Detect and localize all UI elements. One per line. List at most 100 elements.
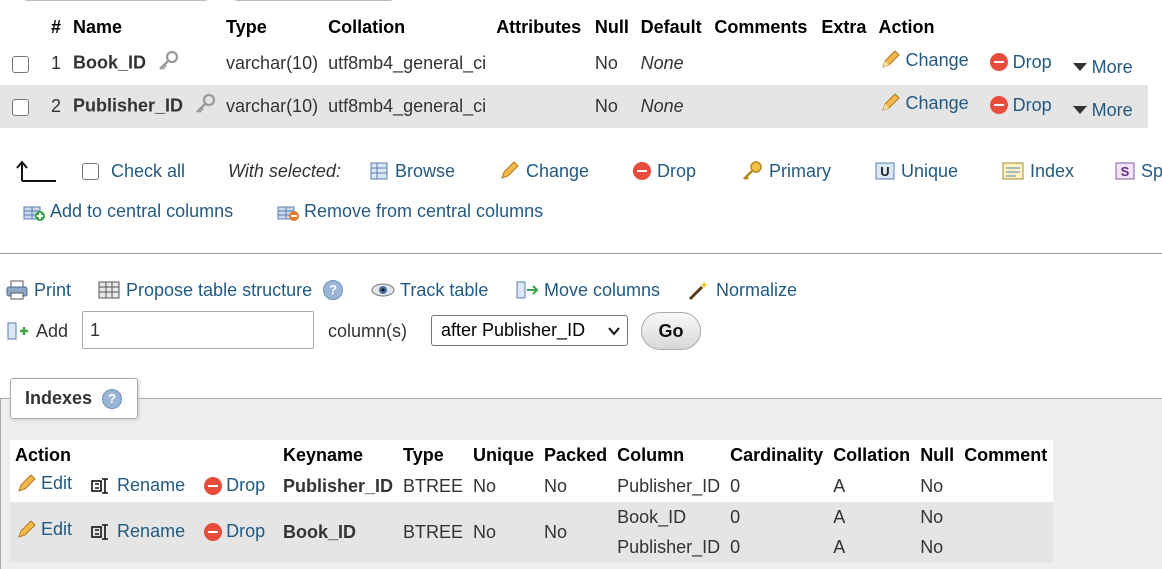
index-comment bbox=[959, 532, 1054, 562]
table-row: 2 Publisher_ID varchar(10) utf8mb4_gener… bbox=[0, 85, 1148, 128]
change-button[interactable]: Change bbox=[879, 49, 969, 71]
index-column: Publisher_ID bbox=[612, 470, 726, 502]
drop-button[interactable]: Drop bbox=[989, 52, 1052, 73]
add-column-icon bbox=[5, 320, 29, 347]
idx-header-cardinality: Cardinality bbox=[725, 440, 829, 470]
track-table-button[interactable]: Track table bbox=[371, 276, 488, 304]
header-default[interactable]: Default bbox=[635, 12, 710, 42]
add-label: Add bbox=[36, 321, 69, 341]
go-button[interactable]: Go bbox=[641, 312, 701, 350]
top-tab-strip bbox=[0, 0, 420, 2]
bulk-drop-button[interactable]: Drop bbox=[633, 150, 696, 192]
index-type: BTREE bbox=[398, 470, 469, 502]
column-attributes bbox=[491, 42, 590, 85]
drop-icon bbox=[989, 96, 1008, 115]
svg-text:U: U bbox=[880, 164, 889, 179]
top-tab-right[interactable] bbox=[230, 0, 397, 1]
drop-icon bbox=[633, 162, 651, 180]
add-to-central-columns-button[interactable]: Add to central columns bbox=[22, 195, 233, 227]
bulk-change-button[interactable]: Change bbox=[498, 150, 589, 192]
index-cardinality: 0 bbox=[725, 532, 829, 562]
with-selected-label: With selected: bbox=[228, 160, 341, 181]
row-num: 2 bbox=[46, 85, 68, 128]
column-name[interactable]: Publisher_ID bbox=[73, 95, 183, 115]
index-column: Publisher_ID bbox=[612, 532, 726, 562]
check-all-toggle[interactable]: Check all bbox=[82, 150, 185, 192]
change-button[interactable]: Change bbox=[879, 92, 969, 114]
rename-index-button[interactable]: Rename bbox=[91, 475, 185, 496]
spatial-icon: S bbox=[1115, 162, 1135, 180]
row-checkbox[interactable] bbox=[12, 55, 29, 73]
remove-from-central-columns-button[interactable]: Remove from central columns bbox=[276, 195, 543, 227]
index-null: No bbox=[915, 532, 960, 562]
svg-text:S: S bbox=[1121, 164, 1130, 179]
drop-button[interactable]: Drop bbox=[989, 95, 1052, 116]
pencil-icon bbox=[501, 161, 519, 179]
edit-index-button[interactable]: Edit bbox=[15, 519, 72, 541]
header-name[interactable]: Name bbox=[68, 12, 222, 42]
column-name[interactable]: Book_ID bbox=[73, 52, 146, 72]
move-columns-button[interactable]: Move columns bbox=[515, 276, 660, 304]
help-icon[interactable]: ? bbox=[323, 280, 344, 300]
column-position-select[interactable]: after Publisher_ID bbox=[431, 315, 628, 346]
column-default: None bbox=[635, 85, 710, 128]
index-actions: Edit Rename Drop bbox=[10, 502, 278, 562]
top-tab-left[interactable] bbox=[20, 0, 212, 1]
chevron-down-icon bbox=[1072, 106, 1087, 115]
key-icon bbox=[194, 93, 216, 120]
header-attributes[interactable]: Attributes bbox=[491, 12, 590, 42]
header-collation[interactable]: Collation bbox=[323, 12, 492, 42]
table-row: 1 Book_ID varchar(10) utf8mb4_general_ci… bbox=[0, 42, 1148, 85]
eye-icon bbox=[371, 283, 395, 297]
row-actions: Change Drop More bbox=[873, 42, 1148, 85]
index-row: Edit Rename Drop Publisher_ID BTREE No N… bbox=[10, 470, 1054, 502]
help-icon[interactable]: ? bbox=[102, 388, 123, 409]
drop-index-button[interactable]: Drop bbox=[204, 475, 265, 496]
divider bbox=[0, 253, 1162, 254]
drop-icon bbox=[204, 522, 223, 541]
index-packed: No bbox=[539, 502, 613, 562]
header-comments[interactable]: Comments bbox=[709, 12, 817, 42]
propose-table-structure-button[interactable]: Propose table structure ? bbox=[97, 276, 344, 304]
edit-index-button[interactable]: Edit bbox=[15, 473, 72, 495]
index-keyname: Publisher_ID bbox=[278, 470, 399, 502]
column-type: varchar(10) bbox=[221, 42, 324, 85]
index-keyname: Book_ID bbox=[278, 502, 399, 562]
more-button[interactable]: More bbox=[1072, 57, 1133, 78]
idx-header-type: Type bbox=[398, 440, 469, 470]
column-comments bbox=[709, 42, 817, 85]
row-checkbox[interactable] bbox=[12, 98, 29, 116]
pencil-icon bbox=[18, 473, 36, 492]
unique-button[interactable]: U Unique bbox=[875, 150, 958, 192]
index-cardinality: 0 bbox=[725, 502, 829, 532]
column-position-value: after Publisher_ID bbox=[441, 320, 586, 340]
rename-index-button[interactable]: Rename bbox=[91, 521, 185, 542]
header-type[interactable]: Type bbox=[221, 12, 324, 42]
browse-button[interactable]: Browse bbox=[369, 150, 455, 192]
column-null: No bbox=[589, 42, 636, 85]
spatial-button[interactable]: S Sp bbox=[1115, 150, 1162, 192]
bulk-actions-bar: Check all With selected: Browse Change D… bbox=[0, 150, 1162, 192]
index-button[interactable]: Index bbox=[1002, 150, 1074, 192]
header-checkbox-col bbox=[0, 12, 46, 42]
index-unique: No bbox=[468, 470, 540, 502]
print-button[interactable]: Print bbox=[5, 276, 71, 304]
column-comments bbox=[709, 85, 817, 128]
check-all-label[interactable]: Check all bbox=[111, 161, 185, 182]
index-column: Book_ID bbox=[612, 502, 726, 532]
idx-header-keyname: Keyname bbox=[278, 440, 399, 470]
indexes-header-row: Action Keyname Type Unique Packed Column… bbox=[10, 440, 1054, 470]
check-all-checkbox[interactable] bbox=[82, 162, 99, 180]
drop-index-button[interactable]: Drop bbox=[204, 521, 265, 542]
primary-button[interactable]: Primary bbox=[741, 150, 831, 192]
more-button[interactable]: More bbox=[1072, 100, 1133, 121]
pencil-icon bbox=[881, 93, 900, 112]
header-extra[interactable]: Extra bbox=[816, 12, 874, 42]
column-collation: utf8mb4_general_ci bbox=[323, 85, 492, 128]
key-icon bbox=[743, 161, 762, 180]
column-count-input[interactable] bbox=[82, 311, 314, 349]
normalize-button[interactable]: Normalize bbox=[687, 276, 797, 304]
header-null[interactable]: Null bbox=[589, 12, 636, 42]
rename-icon bbox=[91, 477, 109, 494]
column-default: None bbox=[635, 42, 710, 85]
